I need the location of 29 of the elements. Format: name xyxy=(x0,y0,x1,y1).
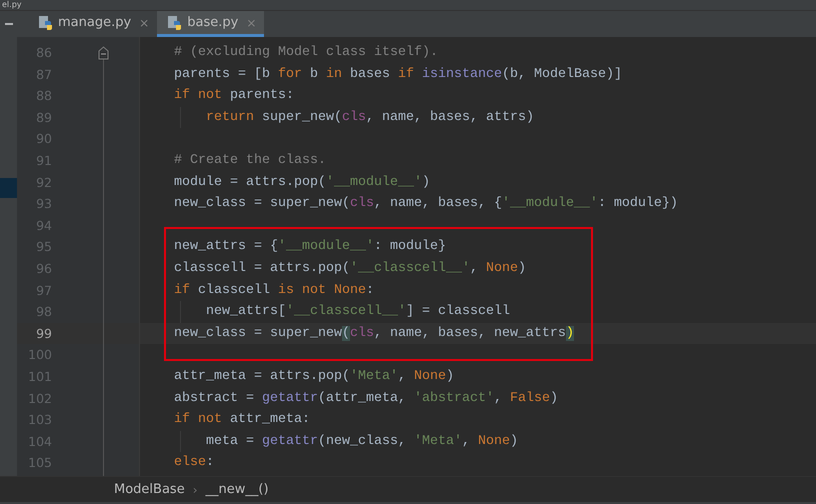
code-editor[interactable] xyxy=(140,37,816,476)
code-line: abstract = getattr(attr_meta, 'abstract', False) xyxy=(174,390,558,406)
code-line: classcell = attrs.pop('__classcell__', None) xyxy=(174,260,526,276)
line-number: 99 xyxy=(35,324,52,343)
code-line: return super_new(cls, name, bases, attrs) xyxy=(206,108,534,127)
code-line: # (excluding Model class itself). xyxy=(174,45,438,60)
code-line: parents = [b for b in bases if isinstance(b, ModelBase)] xyxy=(174,66,622,82)
breadcrumb-item[interactable]: ModelBase xyxy=(114,482,185,497)
code-line: if not parents: xyxy=(174,88,294,104)
code-line: new_attrs = {'__module__': module} xyxy=(174,239,446,254)
python-file-icon xyxy=(38,14,54,30)
code-line: attr_meta = attrs.pop('Meta', None) xyxy=(174,368,454,384)
code-line: module = attrs.pop('__module__') xyxy=(174,174,430,190)
code-line: new_class = super_new(cls, name, bases, {'__module__': module}) xyxy=(174,196,678,212)
code-line: new_attrs['__classcell__'] = classcell xyxy=(206,303,510,322)
code-line: new_class = super_new(cls, name, bases, new_attrs) xyxy=(174,326,574,341)
breadcrumb-separator: › xyxy=(192,482,198,496)
code-line: meta = getattr(new_class, 'Meta', None) xyxy=(206,432,518,451)
breadcrumb-item[interactable]: __new__() xyxy=(206,482,269,497)
code-line: # Create the class. xyxy=(174,152,326,168)
code-line: else: xyxy=(174,455,214,470)
window-title: el.py xyxy=(1,0,22,10)
code-line: if classcell is not None: xyxy=(174,282,374,298)
minimize-icon[interactable] xyxy=(4,23,12,25)
file-tab[interactable]: base.py × xyxy=(157,11,264,37)
python-file-icon xyxy=(167,14,184,30)
code-line: if not attr_meta: xyxy=(174,412,310,428)
selection-marker xyxy=(0,178,17,198)
fold-icon[interactable] xyxy=(98,46,109,60)
